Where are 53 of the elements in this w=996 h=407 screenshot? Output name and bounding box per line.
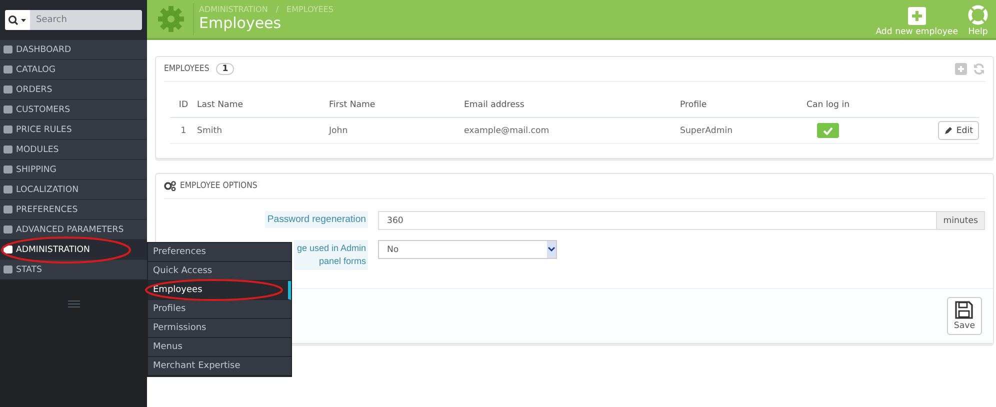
- column-header: First Name: [329, 100, 376, 110]
- field-label: Password regeneration: [265, 211, 368, 228]
- panel-title: EMPLOYEES: [164, 64, 210, 74]
- menu-item[interactable]: CUSTOMERS: [0, 100, 147, 120]
- menu-item[interactable]: STATS: [0, 260, 147, 280]
- search-bar[interactable]: Search: [5, 10, 142, 30]
- menu-item[interactable]: PRICE RULES: [0, 120, 147, 140]
- count-badge: 1: [216, 63, 234, 75]
- menu-item[interactable]: ADVANCED PARAMETERS: [0, 220, 147, 240]
- edit-button[interactable]: Edit: [938, 121, 979, 140]
- field-label: ge used in Admin panel forms: [294, 240, 368, 270]
- menu-item[interactable]: PREFERENCES: [0, 200, 147, 220]
- breadcrumb-separator: /: [276, 5, 279, 14]
- column-header: ID: [178, 100, 190, 110]
- menu-item[interactable]: SHIPPING: [0, 160, 147, 180]
- refresh-icon[interactable]: [973, 63, 985, 75]
- save-button[interactable]: Save: [946, 297, 982, 335]
- add-icon[interactable]: [955, 63, 967, 75]
- select-field[interactable]: No: [378, 240, 557, 259]
- table-cell-text: John: [329, 126, 349, 136]
- column-header: Last Name: [197, 100, 244, 110]
- submenu-item[interactable]: Employees: [148, 281, 291, 300]
- menu-item[interactable]: LOCALIZATION: [0, 180, 147, 200]
- submenu-item[interactable]: Profiles: [148, 300, 291, 319]
- table-cell-text: example@mail.com: [464, 126, 550, 136]
- menu-item[interactable]: MODULES: [0, 140, 147, 160]
- table-cell-text: 1: [180, 126, 188, 136]
- submenu-item[interactable]: Merchant Expertise: [148, 357, 291, 376]
- table-cell-text: SuperAdmin: [680, 126, 734, 136]
- check-icon[interactable]: [817, 123, 839, 138]
- pencil-icon: [944, 126, 954, 135]
- submenu-item[interactable]: Menus: [148, 338, 291, 357]
- search-icon: [8, 15, 28, 25]
- column-header: Email address: [464, 100, 526, 110]
- submenu-item[interactable]: Permissions: [148, 319, 291, 338]
- search-button[interactable]: [5, 10, 30, 30]
- caret-icon: [548, 247, 555, 252]
- column-header: Profile: [680, 100, 708, 110]
- menu-item[interactable]: ORDERS: [0, 80, 147, 100]
- lifebuoy-icon: [968, 5, 988, 25]
- unit-label: minutes: [937, 211, 985, 230]
- menu-item[interactable]: DASHBOARD: [0, 40, 147, 60]
- menu-item[interactable]: CATALOG: [0, 60, 147, 80]
- gear-icon: [157, 5, 185, 33]
- input-field[interactable]: 360: [378, 211, 938, 230]
- column-header: Can log in: [805, 100, 851, 110]
- gears-icon: [164, 181, 176, 191]
- page-title: Employees: [199, 14, 282, 33]
- table-cell-text: Smith: [197, 126, 224, 136]
- submenu-item[interactable]: Preferences: [148, 243, 291, 262]
- panel-title: EMPLOYEE OPTIONS: [180, 181, 258, 191]
- plus-icon: [908, 7, 926, 25]
- menu-item[interactable]: ADMINISTRATION: [0, 240, 147, 260]
